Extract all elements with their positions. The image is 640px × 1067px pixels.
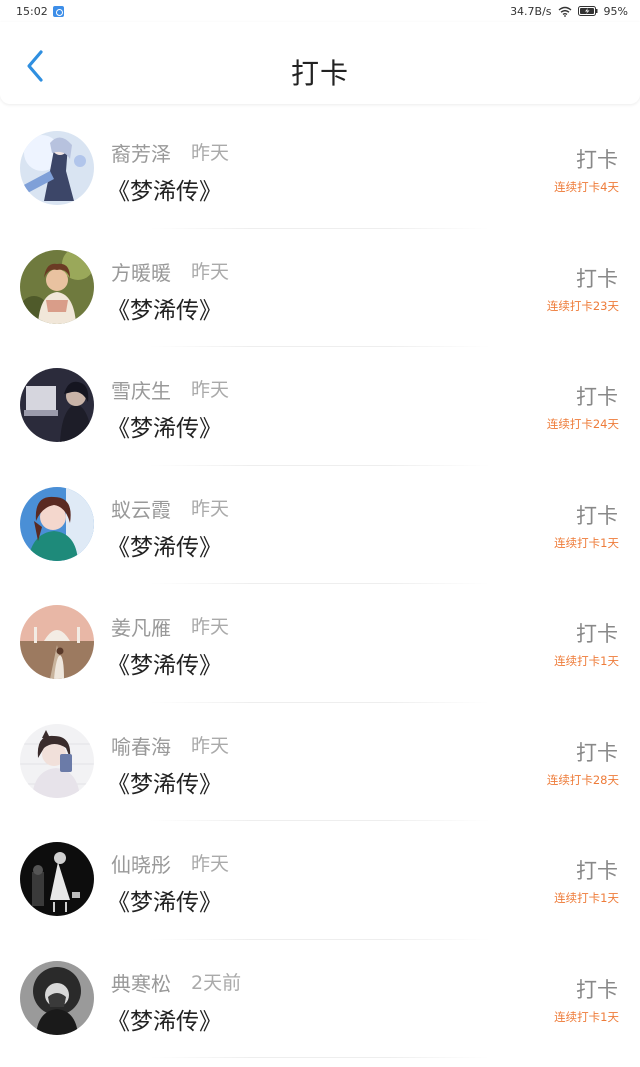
time-ago: 昨天 bbox=[191, 616, 230, 638]
user-name[interactable]: 裔芳泽 bbox=[111, 138, 171, 167]
checkin-button[interactable]: 打卡 bbox=[576, 855, 618, 885]
user-name[interactable]: 雪庆生 bbox=[111, 375, 171, 404]
avatar[interactable] bbox=[20, 605, 94, 679]
streak-text: 连续打卡1天 bbox=[554, 891, 619, 905]
feed-item[interactable]: 裔芳泽 昨天 《梦浠传》 打卡 连续打卡4天 bbox=[0, 110, 640, 229]
book-title[interactable]: 《梦浠传》 bbox=[107, 172, 222, 206]
page-title: 打卡 bbox=[290, 57, 349, 90]
battery-icon bbox=[577, 6, 598, 16]
network-speed: 34.7B/s bbox=[510, 4, 552, 18]
time-ago: 昨天 bbox=[191, 142, 230, 164]
wifi-icon bbox=[558, 6, 572, 17]
status-bar: 15:02 34.7B/s 95% bbox=[0, 0, 640, 22]
avatar[interactable] bbox=[20, 842, 94, 916]
checkin-button[interactable]: 打卡 bbox=[576, 381, 618, 411]
feed-item[interactable]: 喻春海 昨天 《梦浠传》 打卡 连续打卡28天 bbox=[0, 703, 640, 821]
streak-text: 连续打卡1天 bbox=[554, 1009, 619, 1024]
book-title[interactable]: 《梦浠传》 bbox=[107, 409, 222, 443]
streak-text: 连续打卡24天 bbox=[546, 417, 619, 431]
book-title[interactable]: 《梦浠传》 bbox=[107, 1002, 222, 1036]
user-name[interactable]: 蚁云霞 bbox=[111, 494, 171, 523]
top-nav-bar: 打卡 bbox=[0, 22, 640, 104]
back-button[interactable] bbox=[20, 48, 50, 88]
checkin-feed: 裔芳泽 昨天 《梦浠传》 打卡 连续打卡4天 方暖暖 昨天 《梦浠传》 打卡 连… bbox=[0, 110, 640, 1058]
streak-text: 连续打卡1天 bbox=[554, 535, 619, 550]
streak-text: 连续打卡1天 bbox=[554, 654, 619, 668]
book-title[interactable]: 《梦浠传》 bbox=[107, 765, 222, 799]
feed-item[interactable]: 仙晓彤 昨天 《梦浠传》 打卡 连续打卡1天 bbox=[0, 821, 640, 940]
user-name[interactable]: 方暖暖 bbox=[111, 257, 171, 286]
avatar[interactable] bbox=[20, 960, 94, 1035]
feed-item[interactable]: 蚁云霞 昨天 《梦浠传》 打卡 连续打卡1天 bbox=[0, 466, 640, 584]
book-title[interactable]: 《梦浠传》 bbox=[107, 528, 222, 562]
streak-text: 连续打卡28天 bbox=[546, 772, 619, 787]
status-right: 34.7B/s 95% bbox=[510, 5, 628, 18]
checkin-button[interactable]: 打卡 bbox=[576, 618, 618, 648]
status-left: 15:02 bbox=[16, 5, 64, 18]
time-ago: 昨天 bbox=[191, 379, 230, 401]
chevron-left-icon bbox=[25, 49, 45, 87]
feed-item[interactable]: 雪庆生 昨天 《梦浠传》 打卡 连续打卡24天 bbox=[0, 347, 640, 466]
time-ago: 昨天 bbox=[191, 853, 230, 875]
avatar[interactable] bbox=[20, 249, 94, 324]
user-name[interactable]: 仙晓彤 bbox=[111, 849, 171, 878]
book-title[interactable]: 《梦浠传》 bbox=[107, 646, 222, 680]
avatar[interactable] bbox=[20, 723, 94, 798]
time-ago: 昨天 bbox=[191, 497, 230, 520]
checkin-button[interactable]: 打卡 bbox=[576, 500, 618, 530]
streak-text: 连续打卡4天 bbox=[554, 180, 619, 194]
time-ago: 昨天 bbox=[191, 260, 230, 283]
divider bbox=[150, 1057, 490, 1058]
checkin-button[interactable]: 打卡 bbox=[576, 974, 618, 1004]
streak-text: 连续打卡23天 bbox=[546, 298, 619, 313]
user-name[interactable]: 喻春海 bbox=[111, 731, 171, 760]
book-title[interactable]: 《梦浠传》 bbox=[107, 291, 222, 325]
avatar[interactable] bbox=[20, 368, 94, 442]
book-title[interactable]: 《梦浠传》 bbox=[107, 883, 222, 917]
checkin-button[interactable]: 打卡 bbox=[576, 737, 618, 767]
checkin-button[interactable]: 打卡 bbox=[576, 144, 618, 174]
feed-item[interactable]: 姜凡雁 昨天 《梦浠传》 打卡 连续打卡1天 bbox=[0, 584, 640, 703]
checkin-button[interactable]: 打卡 bbox=[576, 263, 618, 293]
battery-percent: 95% bbox=[603, 4, 628, 18]
time-ago: 2天前 bbox=[191, 971, 242, 994]
feed-item[interactable]: 典寒松 2天前 《梦浠传》 打卡 连续打卡1天 bbox=[0, 940, 640, 1058]
feed-item[interactable]: 方暖暖 昨天 《梦浠传》 打卡 连续打卡23天 bbox=[0, 229, 640, 347]
app-notification-icon bbox=[52, 5, 64, 17]
user-name[interactable]: 典寒松 bbox=[111, 968, 171, 997]
avatar[interactable] bbox=[20, 131, 94, 205]
status-time: 15:02 bbox=[16, 4, 48, 18]
time-ago: 昨天 bbox=[191, 734, 230, 757]
avatar[interactable] bbox=[20, 486, 94, 561]
user-name[interactable]: 姜凡雁 bbox=[111, 612, 171, 641]
